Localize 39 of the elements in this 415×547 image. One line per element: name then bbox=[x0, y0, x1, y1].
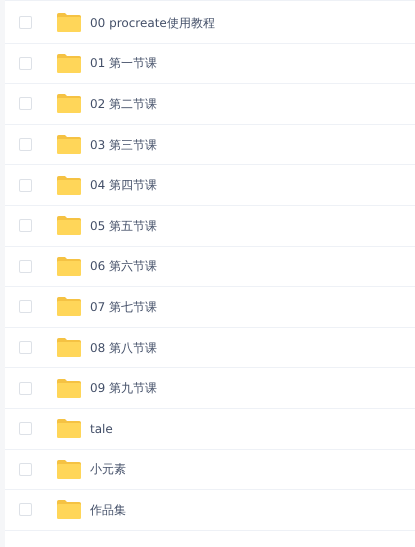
folder-icon bbox=[57, 500, 81, 520]
folder-name[interactable]: 00 procreate使用教程 bbox=[90, 14, 215, 32]
folder-name[interactable]: 03 第三节课 bbox=[90, 136, 158, 154]
folder-icon bbox=[57, 256, 81, 276]
folder-icon bbox=[57, 54, 81, 73]
folder-name[interactable]: 02 第二节课 bbox=[90, 94, 158, 113]
checkbox[interactable] bbox=[19, 138, 32, 152]
checkbox[interactable] bbox=[19, 260, 32, 273]
folder-name[interactable]: 08 第八节课 bbox=[90, 338, 158, 357]
folder-name[interactable]: 07 第七节课 bbox=[90, 298, 158, 316]
checkbox[interactable] bbox=[19, 219, 32, 232]
folder-icon bbox=[57, 135, 81, 154]
folder-name[interactable]: 09 第九节课 bbox=[90, 379, 158, 398]
folder-icon bbox=[57, 419, 81, 438]
folder-icon bbox=[57, 378, 81, 398]
checkbox[interactable] bbox=[19, 422, 32, 436]
checkbox[interactable] bbox=[19, 178, 32, 192]
folder-name[interactable]: tale bbox=[90, 420, 113, 438]
folder-name[interactable]: 小元素 bbox=[90, 460, 126, 478]
folder-icon bbox=[57, 338, 81, 358]
checkbox[interactable] bbox=[19, 16, 32, 30]
checkbox[interactable] bbox=[19, 341, 32, 354]
folder-icon bbox=[57, 460, 81, 479]
checkbox[interactable] bbox=[19, 300, 32, 314]
checkbox[interactable] bbox=[19, 462, 32, 476]
folder-name[interactable]: 05 第五节课 bbox=[90, 216, 158, 235]
folder-icon bbox=[57, 94, 81, 114]
checkbox[interactable] bbox=[19, 382, 32, 395]
checkbox[interactable] bbox=[19, 97, 32, 110]
folder-icon bbox=[57, 13, 81, 32]
folder-icon bbox=[57, 297, 81, 316]
folder-name[interactable]: 04 第四节课 bbox=[90, 176, 158, 194]
checkbox[interactable] bbox=[19, 503, 32, 516]
folder-name[interactable]: 06 第六节课 bbox=[90, 257, 158, 276]
checkbox[interactable] bbox=[19, 56, 32, 70]
folder-icon bbox=[57, 216, 81, 236]
folder-icon bbox=[57, 176, 81, 195]
folder-name[interactable]: 作品集 bbox=[90, 500, 126, 519]
folder-name[interactable]: 01 第一节课 bbox=[90, 54, 158, 72]
